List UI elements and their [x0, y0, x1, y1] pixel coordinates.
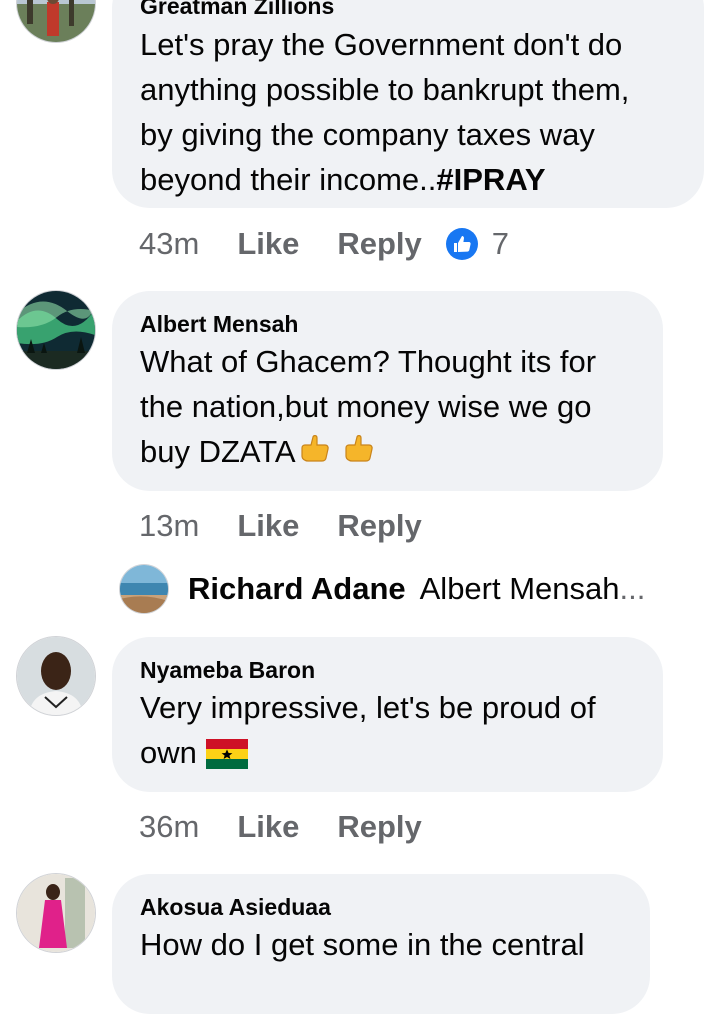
comment-timestamp[interactable]: 43m [139, 226, 199, 262]
commenter-avatar-akosua[interactable] [17, 874, 95, 952]
reply-author[interactable]: Richard Adane [188, 571, 406, 607]
reply-button[interactable]: Reply [337, 226, 421, 262]
commenter-avatar-albert[interactable] [17, 291, 95, 369]
comment-timestamp[interactable]: 36m [139, 809, 199, 845]
ghana-flag-emoji [205, 736, 248, 781]
reply-button[interactable]: Reply [337, 508, 421, 544]
comment-author[interactable]: Akosua Asieduaa [140, 893, 622, 921]
thumbs-up-emoji [296, 430, 334, 480]
comment-author[interactable]: Greatman Zillions [140, 0, 676, 20]
commenter-avatar-greatman[interactable] [17, 0, 95, 42]
comment-bubble-nyameba: Nyameba Baron Very impressive, let's be … [112, 637, 663, 792]
reply-preview[interactable]: Richard Adane Albert Mensah... [120, 564, 645, 614]
like-button[interactable]: Like [237, 508, 299, 544]
comment-bubble-akosua: Akosua Asieduaa How do I get some in the… [112, 874, 650, 1014]
comment-actions: 13m Like Reply [139, 506, 460, 546]
comment-timestamp[interactable]: 13m [139, 508, 199, 544]
comment-text: What of Ghacem? Thought its for the nati… [140, 339, 635, 480]
like-reaction-icon[interactable] [445, 228, 478, 260]
reply-avatar-richard[interactable] [120, 565, 168, 613]
comment-text: Let's pray the Government don't do anyth… [140, 22, 676, 202]
comment-bubble-greatman: Greatman Zillions Let's pray the Governm… [112, 0, 704, 208]
thumbs-up-emoji [340, 430, 378, 480]
commenter-avatar-nyameba[interactable] [17, 637, 95, 715]
like-button[interactable]: Like [237, 226, 299, 262]
comment-text: Very impressive, let's be proud of own [140, 685, 635, 781]
comment-author[interactable]: Nyameba Baron [140, 656, 635, 684]
like-button[interactable]: Like [237, 809, 299, 845]
hashtag-link[interactable]: #IPRAY [436, 162, 545, 197]
comment-text: How do I get some in the central [140, 927, 585, 962]
comment-body: Let's pray the Government don't do anyth… [140, 27, 630, 197]
reply-text: Albert Mensah [419, 571, 620, 606]
comment-author[interactable]: Albert Mensah [140, 310, 635, 338]
comment-actions: 36m Like Reply [139, 807, 460, 847]
reply-button[interactable]: Reply [337, 809, 421, 845]
comment-bubble-albert: Albert Mensah What of Ghacem? Thought it… [112, 291, 663, 491]
reply-ellipsis: ... [619, 571, 646, 606]
reaction-count[interactable]: 7 [492, 226, 509, 262]
comment-actions: 43m Like Reply 7 [139, 224, 509, 264]
